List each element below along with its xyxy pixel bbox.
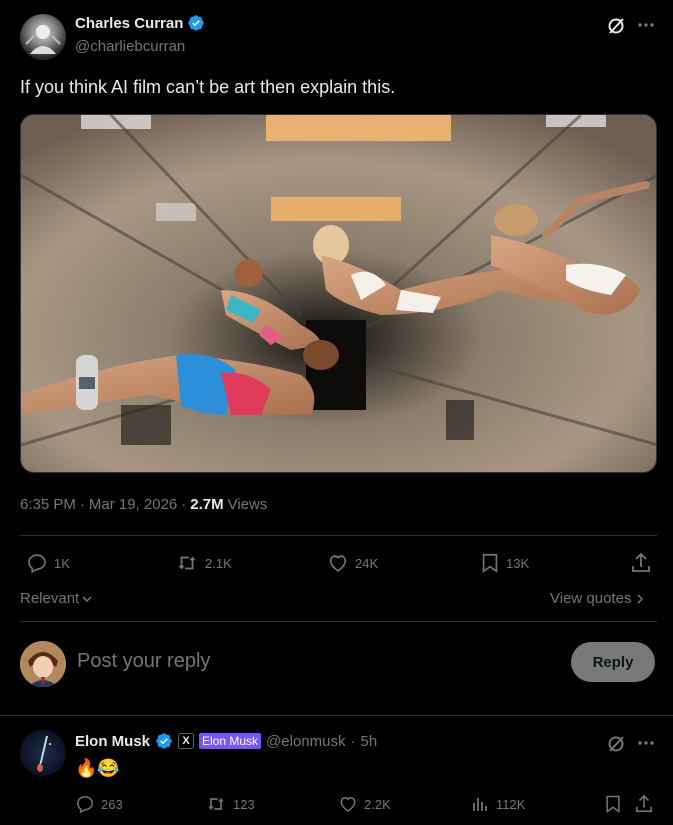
views-action[interactable]: 112K <box>470 794 525 814</box>
view-quotes-label: View quotes <box>550 590 632 607</box>
repost-count: 123 <box>233 796 255 812</box>
share-icon[interactable] <box>634 794 654 814</box>
reply-author-handle[interactable]: @elonmusk <box>266 733 345 750</box>
reply-icon <box>76 796 94 814</box>
reply-time[interactable]: 5h <box>360 733 377 750</box>
share-icon[interactable] <box>630 552 652 574</box>
bookmark-action[interactable]: 13K <box>480 552 529 574</box>
user-avatar[interactable] <box>20 641 66 687</box>
chevron-down-icon <box>82 595 92 602</box>
repost-action[interactable]: 123 <box>205 794 255 814</box>
separator-dot: · <box>79 496 85 513</box>
like-action[interactable]: 2.2K <box>338 794 391 814</box>
post-text: If you think AI film can’t be art then e… <box>20 77 396 97</box>
reply-author-name[interactable]: Elon Musk <box>75 733 150 750</box>
like-count: 24K <box>355 555 379 571</box>
post-video-thumbnail[interactable] <box>20 114 657 473</box>
reply-icon <box>28 554 46 574</box>
author-handle[interactable]: @charliebcurran <box>75 38 185 55</box>
reply-action[interactable]: 263 <box>75 794 123 814</box>
post-date[interactable]: Mar 19, 2026 <box>89 496 177 513</box>
divider <box>0 715 673 716</box>
heart-icon <box>329 555 347 572</box>
sort-dropdown[interactable]: Relevant <box>20 590 93 607</box>
verified-badge-icon <box>187 14 205 32</box>
separator-dot: · <box>181 496 187 513</box>
divider <box>20 621 657 622</box>
reply-action[interactable]: 1K <box>26 552 70 574</box>
reply-button[interactable]: Reply <box>571 642 655 682</box>
like-count: 2.2K <box>364 796 391 812</box>
more-options-icon[interactable] <box>636 15 656 35</box>
repost-action[interactable]: 2.1K <box>175 552 232 574</box>
repost-icon <box>208 798 224 810</box>
affiliation-badge[interactable]: Elon Musk <box>199 733 262 749</box>
reply-text: 🔥😂 <box>75 758 120 778</box>
views-label: Views <box>227 496 268 513</box>
author-avatar[interactable] <box>20 14 66 60</box>
divider <box>20 535 657 536</box>
post-time[interactable]: 6:35 PM <box>20 496 76 513</box>
views-count[interactable]: 2.7M <box>190 496 223 513</box>
views-count: 112K <box>496 796 526 812</box>
repost-icon <box>178 556 196 570</box>
reply-input[interactable]: Post your reply <box>77 650 210 673</box>
reply-count: 1K <box>54 555 70 571</box>
repost-count: 2.1K <box>205 555 232 571</box>
like-action[interactable]: 24K <box>327 552 378 574</box>
chevron-right-icon <box>637 593 644 604</box>
heart-icon <box>340 796 356 812</box>
reply-count: 263 <box>101 796 123 812</box>
reply-author-avatar[interactable] <box>20 730 66 776</box>
bookmark-icon <box>482 553 498 573</box>
bookmark-count: 13K <box>506 555 530 571</box>
more-options-icon[interactable] <box>636 733 656 753</box>
grok-icon[interactable] <box>605 15 627 37</box>
sort-label: Relevant <box>20 590 80 607</box>
grok-icon[interactable] <box>605 733 627 755</box>
x-affiliation-icon[interactable]: X <box>178 733 195 749</box>
analytics-icon <box>473 798 487 811</box>
separator-dot: · <box>350 732 356 750</box>
view-quotes-link[interactable]: View quotes <box>550 590 645 607</box>
verified-badge-icon <box>155 732 173 750</box>
author-name[interactable]: Charles Curran <box>75 15 183 32</box>
bookmark-icon[interactable] <box>603 794 623 814</box>
